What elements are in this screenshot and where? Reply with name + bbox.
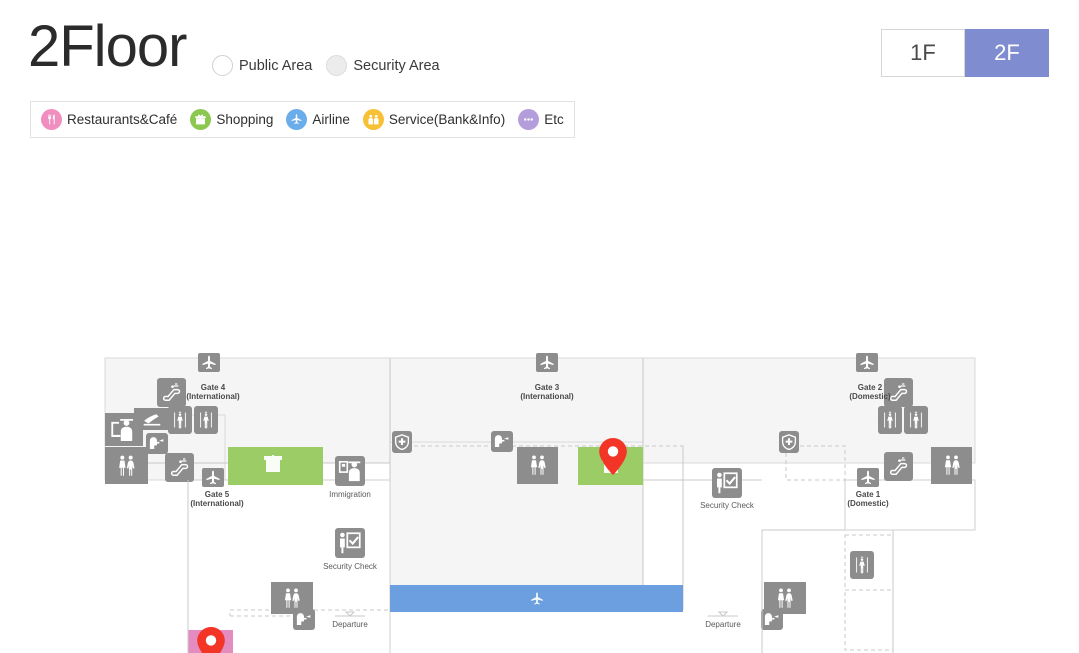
security-area-radio[interactable] xyxy=(326,55,348,76)
elevator-chip-1 xyxy=(168,406,192,434)
page-header: 2Floor Public Area Security Area 1F 2F xyxy=(0,0,1079,95)
departure-label-left: Departure xyxy=(332,620,368,629)
immigration-label: Immigration xyxy=(329,490,371,499)
floor-map[interactable]: Gate 4 (International) Gate 3 (Internati… xyxy=(0,150,1079,653)
airport-floor-map-page: 2Floor Public Area Security Area 1F 2F R… xyxy=(0,0,1079,653)
first-aid-chip-2 xyxy=(779,431,799,453)
security-check-icon-chip-left xyxy=(335,528,365,558)
category-legend: Restaurants&Café Shopping Airline Servic… xyxy=(30,101,575,138)
security-check-icon-chip-right xyxy=(712,468,742,498)
svg-text:Gate 4: Gate 4 xyxy=(201,383,226,392)
escalator-chip-gate4 xyxy=(157,378,186,407)
restaurant-zone-marker[interactable] xyxy=(197,627,225,653)
security-check-label-left: Security Check xyxy=(323,562,378,571)
water-fountain-chip-4 xyxy=(761,609,783,630)
floor-selector: 1F 2F xyxy=(881,29,1049,77)
legend-item-airline[interactable]: Airline xyxy=(286,109,350,130)
legend-label-etc: Etc xyxy=(544,112,564,127)
svg-text:(Domestic): (Domestic) xyxy=(847,499,889,508)
water-fountain-chip-3 xyxy=(293,609,315,630)
svg-text:Gate 2: Gate 2 xyxy=(858,383,883,392)
area-option-security[interactable]: Security Area xyxy=(326,55,440,76)
legend-item-restaurants[interactable]: Restaurants&Café xyxy=(41,109,177,130)
svg-text:(International): (International) xyxy=(520,392,574,401)
elevator-chip-2 xyxy=(194,406,218,434)
water-fountain-chip-2 xyxy=(491,431,513,452)
svg-text:Gate 3: Gate 3 xyxy=(535,383,560,392)
floor-button-1f[interactable]: 1F xyxy=(881,29,965,77)
legend-label-airline: Airline xyxy=(312,112,350,127)
service-desk-icon xyxy=(362,109,384,130)
legend-item-etc[interactable]: Etc xyxy=(518,109,564,130)
elevator-chip-5 xyxy=(850,551,874,579)
legend-label-shopping: Shopping xyxy=(216,112,274,127)
ellipsis-icon xyxy=(518,109,540,130)
security-area-label: Security Area xyxy=(353,57,440,74)
area-option-public[interactable]: Public Area xyxy=(212,55,312,76)
gift-box-icon xyxy=(190,109,212,130)
immigration-icon-chip xyxy=(335,456,365,486)
svg-text:(International): (International) xyxy=(186,392,240,401)
escalator-chip-gate5 xyxy=(165,453,194,482)
legend-label-restaurants: Restaurants&Café xyxy=(67,112,178,127)
legend-item-service[interactable]: Service(Bank&Info) xyxy=(362,109,506,130)
departure-label-right: Departure xyxy=(705,620,741,629)
water-fountain-chip-1 xyxy=(146,433,168,454)
public-area-label: Public Area xyxy=(239,57,313,74)
legend-label-service: Service(Bank&Info) xyxy=(388,112,506,127)
restroom-tile-left xyxy=(105,447,148,484)
svg-text:Gate 1: Gate 1 xyxy=(856,490,881,499)
svg-text:(Domestic): (Domestic) xyxy=(849,392,891,401)
security-check-label-right: Security Check xyxy=(700,501,755,510)
public-area-radio[interactable] xyxy=(212,55,233,76)
first-aid-chip-1 xyxy=(392,431,412,453)
area-filter-group: Public Area Security Area xyxy=(212,55,440,76)
restroom-tile-right xyxy=(931,447,972,484)
airplane-icon xyxy=(286,109,308,130)
floor-button-2f[interactable]: 2F xyxy=(965,29,1049,77)
elevator-chip-4 xyxy=(904,406,928,434)
escalator-chip-gate1 xyxy=(884,452,913,481)
shopping-zone-glyph-left xyxy=(264,455,282,472)
svg-text:(International): (International) xyxy=(190,499,244,508)
page-title: 2Floor xyxy=(28,14,187,79)
fork-spoon-icon xyxy=(41,109,62,130)
svg-text:Gate 5: Gate 5 xyxy=(205,490,230,499)
legend-item-shopping[interactable]: Shopping xyxy=(190,109,273,130)
restroom-tile-center xyxy=(517,447,558,484)
elevator-chip-3 xyxy=(878,406,902,434)
